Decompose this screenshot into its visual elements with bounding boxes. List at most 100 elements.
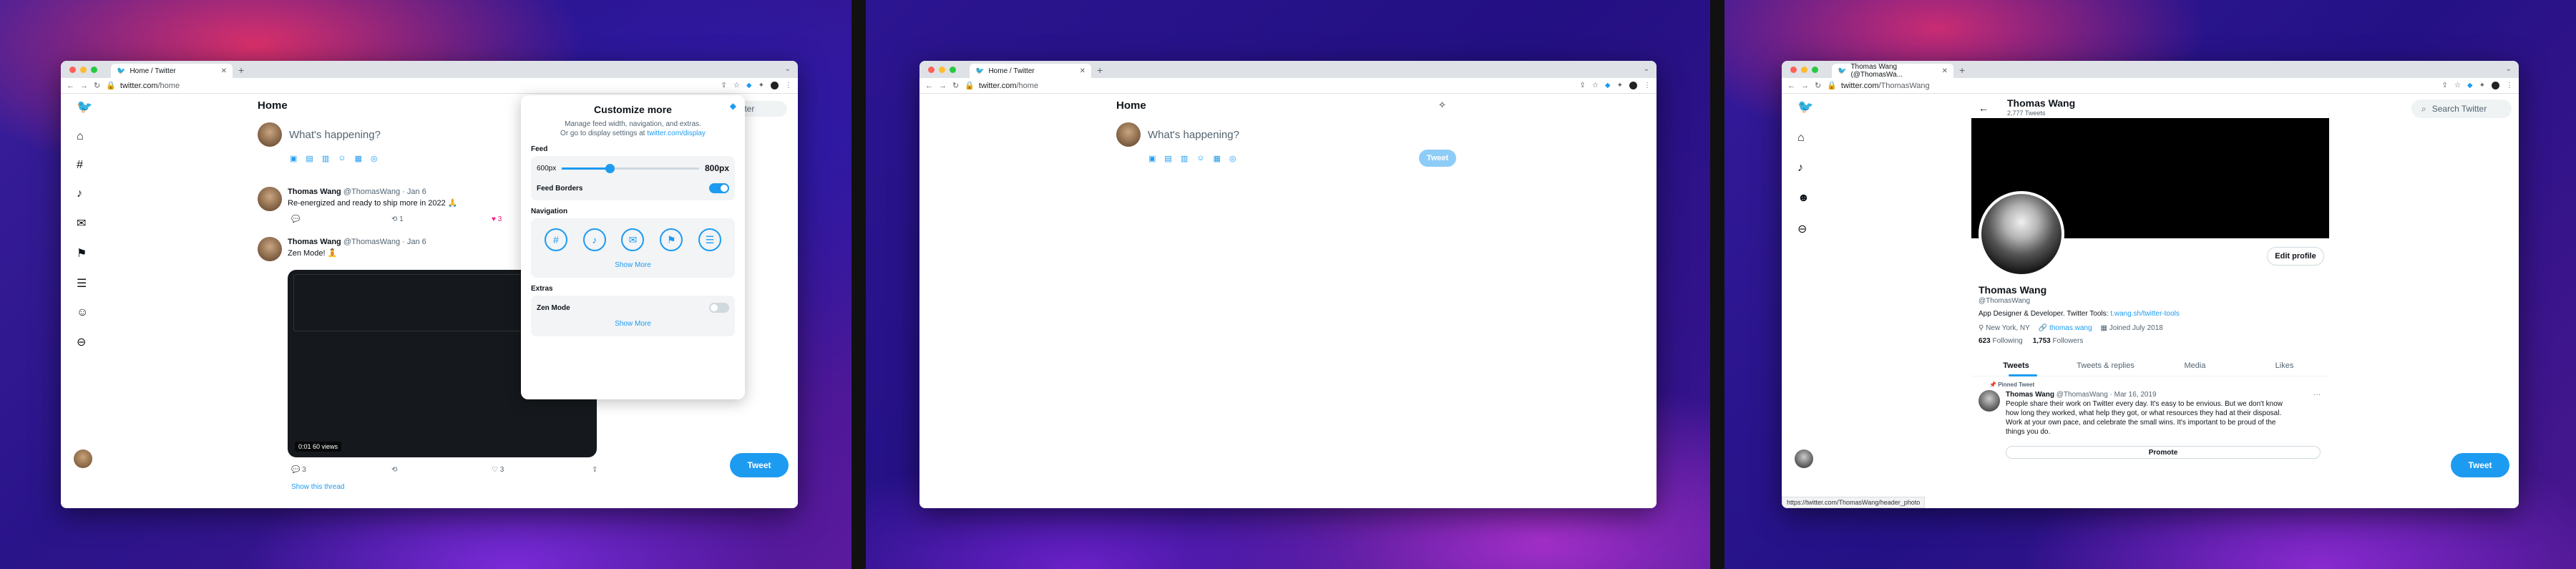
forward-icon[interactable]: → xyxy=(1801,82,1809,90)
gif-icon[interactable]: ▤ xyxy=(306,154,313,163)
share-tweet-icon[interactable]: ⇪ xyxy=(592,466,692,474)
profile-icon[interactable] xyxy=(1629,82,1637,89)
notifications-bell-icon[interactable]: ♪ xyxy=(77,188,92,200)
tweet-1[interactable]: Thomas Wang @ThomasWang · Jan 6 Re-energ… xyxy=(258,187,515,230)
compose-box[interactable]: What's happening? xyxy=(1116,122,1239,147)
tab-tweets-replies[interactable]: Tweets & replies xyxy=(2061,356,2150,376)
address-bar[interactable]: 🔒 twitter.com/ThomasWang xyxy=(1827,81,2436,91)
extension-icon[interactable]: ◆ xyxy=(746,82,752,89)
forward-icon[interactable]: → xyxy=(939,82,947,90)
bio-link[interactable]: t.wang.sh/twitter-tools xyxy=(2110,310,2180,318)
back-icon[interactable]: ← xyxy=(67,82,74,90)
lists-icon[interactable]: ☰ xyxy=(77,276,92,291)
bookmarks-icon[interactable]: ⚑ xyxy=(77,246,92,261)
schedule-icon[interactable]: ▦ xyxy=(354,154,361,163)
menu-dots-icon[interactable]: ⋮ xyxy=(1644,82,1651,89)
slider-knob[interactable] xyxy=(605,163,615,173)
feed-borders-toggle[interactable] xyxy=(709,183,729,193)
zen-mode-toggle[interactable] xyxy=(709,303,729,313)
minimize-window-button[interactable] xyxy=(80,67,87,73)
poll-icon[interactable]: ▥ xyxy=(322,154,329,163)
nav-show-more-button[interactable]: Show More xyxy=(537,257,729,273)
show-thread-link[interactable]: Show this thread xyxy=(291,483,345,491)
tab-likes[interactable]: Likes xyxy=(2240,356,2329,376)
website-link[interactable]: thomas.wang xyxy=(2049,324,2092,332)
list-toggle-icon[interactable]: ☰ xyxy=(698,228,722,251)
tweet-button[interactable]: Tweet xyxy=(1419,150,1456,167)
extras-show-more-button[interactable]: Show More xyxy=(537,316,729,332)
notifications-bell-icon[interactable]: ♪ xyxy=(1797,162,1813,175)
share-icon[interactable]: ⇪ xyxy=(721,82,727,89)
mail-toggle-icon[interactable]: ✉ xyxy=(621,228,645,251)
back-arrow-icon[interactable]: ← xyxy=(1979,102,1989,114)
share-icon[interactable]: ⇪ xyxy=(1580,82,1586,89)
close-window-button[interactable] xyxy=(928,67,935,73)
forward-icon[interactable]: → xyxy=(80,82,88,90)
more-icon[interactable]: ⊖ xyxy=(77,335,92,349)
bell-toggle-icon[interactable]: ♪ xyxy=(582,228,606,251)
display-settings-link[interactable]: twitter.com/display xyxy=(647,130,706,137)
reload-icon[interactable]: ↻ xyxy=(1815,81,1821,90)
back-icon[interactable]: ← xyxy=(925,82,933,90)
bookmark-star-icon[interactable]: ☆ xyxy=(1592,82,1599,89)
tweet-author[interactable]: Thomas Wang xyxy=(288,238,341,246)
maximize-window-button[interactable] xyxy=(950,67,956,73)
feed-width-slider[interactable] xyxy=(562,163,699,173)
puzzle-icon[interactable]: ✦ xyxy=(2479,82,2485,89)
location-icon[interactable]: ◎ xyxy=(371,154,378,163)
retweet-icon[interactable]: ⟲ xyxy=(391,466,492,474)
profile-photo[interactable] xyxy=(1979,191,2064,277)
tweet-button[interactable]: Tweet xyxy=(730,453,789,477)
tweet-author[interactable]: Thomas Wang xyxy=(288,188,341,196)
pinned-tweet[interactable]: Thomas Wang @ThomasWang · Mar 16, 2019 ·… xyxy=(1979,390,2322,440)
tab-tweets[interactable]: Tweets xyxy=(1971,356,2061,376)
image-icon[interactable]: ▣ xyxy=(1148,154,1156,163)
bookmark-toggle-icon[interactable]: ⚑ xyxy=(660,228,683,251)
promote-button[interactable]: Promote xyxy=(2006,446,2321,459)
tweet-author[interactable]: Thomas Wang xyxy=(2006,391,2054,399)
schedule-icon[interactable]: ▦ xyxy=(1213,154,1220,163)
account-avatar[interactable] xyxy=(1795,449,1813,468)
profile-icon[interactable] xyxy=(2492,82,2499,89)
reply-button[interactable]: 💬 3 xyxy=(291,466,391,474)
account-avatar[interactable] xyxy=(74,449,92,468)
close-window-button[interactable] xyxy=(69,67,76,73)
tab-search-icon[interactable]: ⌄ xyxy=(1644,65,1649,73)
bookmark-star-icon[interactable]: ☆ xyxy=(2454,82,2461,89)
puzzle-icon[interactable]: ✦ xyxy=(758,82,764,89)
compose-input[interactable]: What's happening? xyxy=(289,129,381,141)
address-bar[interactable]: 🔒 twitter.com/home xyxy=(106,81,715,91)
home-icon[interactable]: ⌂ xyxy=(77,130,92,143)
more-icon[interactable]: ⊖ xyxy=(1797,222,1813,236)
profile-person-icon[interactable]: ☻ xyxy=(1797,192,1813,205)
new-tab-icon[interactable]: + xyxy=(1097,64,1103,76)
followers-link[interactable]: 1,753 Followers xyxy=(2033,337,2084,345)
browser-tab[interactable]: 🐦 Home / Twitter ✕ xyxy=(970,64,1091,78)
like-button[interactable]: ♡ 3 xyxy=(492,466,592,474)
reply-icon[interactable]: 💬 xyxy=(291,215,391,223)
emoji-icon[interactable]: ☺ xyxy=(1196,154,1204,163)
menu-dots-icon[interactable]: ⋮ xyxy=(785,82,792,89)
tab-media[interactable]: Media xyxy=(2150,356,2240,376)
back-icon[interactable]: ← xyxy=(1787,82,1795,90)
new-tab-icon[interactable]: + xyxy=(238,64,244,76)
hashtag-toggle-icon[interactable]: # xyxy=(544,228,567,251)
share-icon[interactable]: ⇪ xyxy=(2442,82,2448,89)
browser-tab[interactable]: 🐦 Thomas Wang (@ThomasWa... ✕ xyxy=(1832,63,1953,79)
close-tab-icon[interactable]: ✕ xyxy=(1080,67,1085,75)
menu-dots-icon[interactable]: ⋮ xyxy=(2506,82,2513,89)
location-icon[interactable]: ◎ xyxy=(1229,154,1236,163)
maximize-window-button[interactable] xyxy=(91,67,97,73)
gif-icon[interactable]: ▤ xyxy=(1164,154,1171,163)
emoji-icon[interactable]: ☺ xyxy=(338,154,346,163)
maximize-window-button[interactable] xyxy=(1812,67,1818,73)
minimize-window-button[interactable] xyxy=(1801,67,1807,73)
edit-profile-button[interactable]: Edit profile xyxy=(2267,247,2324,266)
tweet-more-icon[interactable]: ··· xyxy=(2313,390,2321,399)
tab-search-icon[interactable]: ⌄ xyxy=(2506,65,2512,73)
compose-box[interactable]: What's happening? xyxy=(258,122,381,147)
profile-icon[interactable] xyxy=(771,82,779,89)
home-icon[interactable]: ⌂ xyxy=(1797,132,1813,145)
close-tab-icon[interactable]: ✕ xyxy=(1942,67,1948,75)
close-tab-icon[interactable]: ✕ xyxy=(221,67,227,75)
